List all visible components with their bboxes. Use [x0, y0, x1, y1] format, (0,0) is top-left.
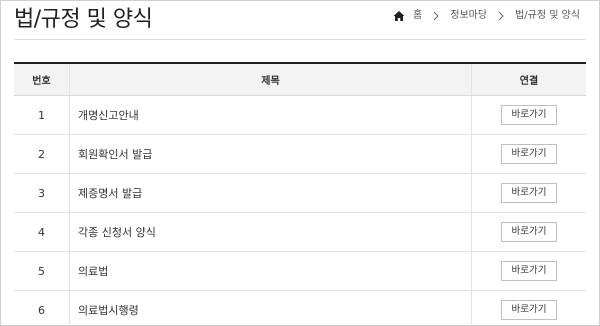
row-num: 1	[14, 96, 70, 134]
row-title: 제증명서 발급	[70, 174, 472, 212]
row-title: 회원확인서 발급	[70, 135, 472, 173]
row-link-cell: 바로가기	[472, 135, 586, 173]
table-header: 번호 제목 연결	[14, 64, 586, 96]
row-num: 6	[14, 291, 70, 326]
breadcrumb-info[interactable]: 정보마당	[450, 9, 487, 23]
row-num: 5	[14, 252, 70, 290]
table-row: 3 제증명서 발급 바로가기	[14, 174, 586, 213]
table-row: 2 회원확인서 발급 바로가기	[14, 135, 586, 174]
header-title: 제목	[70, 64, 472, 95]
row-title: 의료법	[70, 252, 472, 290]
row-title: 의료법시행령	[70, 291, 472, 326]
page-title: 법/규정 및 양식	[14, 7, 153, 32]
row-link-cell: 바로가기	[472, 291, 586, 326]
row-link-cell: 바로가기	[472, 213, 586, 251]
go-button[interactable]: 바로가기	[501, 105, 557, 125]
breadcrumb-current[interactable]: 법/규정 및 양식	[515, 9, 580, 23]
row-title: 개명신고안내	[70, 96, 472, 134]
row-title: 각종 신청서 양식	[70, 213, 472, 251]
breadcrumb-home[interactable]: 홈	[413, 9, 422, 23]
go-button[interactable]: 바로가기	[501, 183, 557, 203]
breadcrumb: 홈 정보마당 법/규정 및 양식	[393, 9, 580, 23]
table-row: 1 개명신고안내 바로가기	[14, 96, 586, 135]
header-num: 번호	[14, 64, 70, 95]
row-num: 4	[14, 213, 70, 251]
table-row: 6 의료법시행령 바로가기	[14, 291, 586, 326]
row-link-cell: 바로가기	[472, 96, 586, 134]
forms-table: 번호 제목 연결 1 개명신고안내 바로가기 2 회원확인서 발급 바로가기 3…	[14, 62, 586, 326]
go-button[interactable]: 바로가기	[501, 300, 557, 320]
chevron-right-icon	[498, 11, 504, 21]
table-row: 4 각종 신청서 양식 바로가기	[14, 213, 586, 252]
go-button[interactable]: 바로가기	[501, 261, 557, 281]
row-num: 2	[14, 135, 70, 173]
header-link: 연결	[519, 76, 539, 87]
chevron-right-icon	[433, 11, 439, 21]
go-button[interactable]: 바로가기	[501, 222, 557, 242]
page-header: 법/규정 및 양식 홈 정보마당 법/규정 및 양식	[14, 0, 586, 40]
row-num: 3	[14, 174, 70, 212]
home-icon[interactable]	[393, 10, 405, 22]
table-row: 5 의료법 바로가기	[14, 252, 586, 291]
go-button[interactable]: 바로가기	[501, 144, 557, 164]
row-link-cell: 바로가기	[472, 252, 586, 290]
row-link-cell: 바로가기	[472, 174, 586, 212]
